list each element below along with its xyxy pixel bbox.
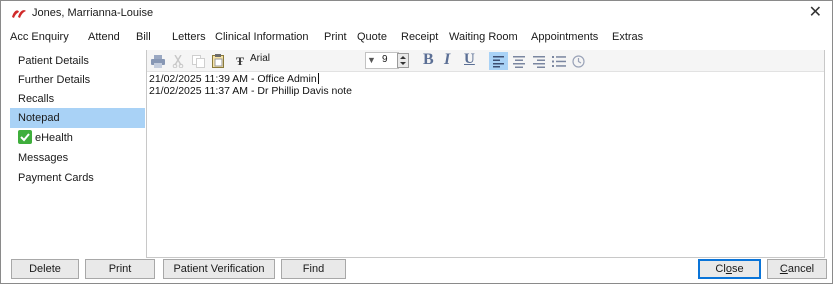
italic-icon[interactable]: I bbox=[444, 51, 450, 69]
window-close-button[interactable]: ✕ bbox=[809, 4, 822, 22]
menu-receipt[interactable]: Receipt bbox=[401, 31, 438, 43]
note-line: 21/02/2025 11:39 AM - Office Admin bbox=[149, 73, 819, 85]
sidebar-item-payment-cards[interactable]: Payment Cards bbox=[10, 168, 145, 188]
sidebar-item-ehealth[interactable]: eHealth bbox=[10, 128, 145, 148]
cut-icon[interactable] bbox=[170, 53, 186, 69]
font-size-select[interactable]: ▼ 9 bbox=[365, 52, 399, 69]
sidebar-item-label: Payment Cards bbox=[18, 172, 94, 184]
font-name-select[interactable]: Arial bbox=[250, 53, 270, 64]
close-label-end: se bbox=[731, 263, 744, 275]
sidebar-item-messages[interactable]: Messages bbox=[10, 148, 145, 168]
sidebar-item-label: eHealth bbox=[35, 132, 73, 144]
window-title: Jones, Marrianna-Louise bbox=[32, 7, 154, 19]
clock-icon[interactable] bbox=[570, 53, 586, 69]
sidebar-item-further-details[interactable]: Further Details bbox=[10, 70, 145, 90]
align-center-icon[interactable] bbox=[511, 53, 527, 69]
sidebar: Patient Details Further Details Recalls … bbox=[10, 50, 145, 258]
menu-acc-enquiry[interactable]: Acc Enquiry bbox=[10, 31, 69, 43]
font-size-value: 9 bbox=[382, 54, 388, 65]
bold-icon[interactable]: B bbox=[423, 51, 434, 69]
notepad-text-area[interactable]: 21/02/2025 11:39 AM - Office Admin 21/02… bbox=[149, 73, 819, 97]
menu-bar: Acc Enquiry Attend Bill Letters Clinical… bbox=[1, 27, 832, 47]
note-text: 21/02/2025 11:39 AM - Office Admin bbox=[149, 73, 317, 85]
cancel-label-end: ancel bbox=[787, 263, 815, 275]
text-caret bbox=[317, 73, 319, 84]
chevron-down-icon: ▼ bbox=[367, 55, 376, 65]
copy-icon[interactable] bbox=[190, 53, 206, 69]
close-label-start: Cl bbox=[715, 263, 726, 275]
print-button[interactable]: Print bbox=[85, 259, 155, 279]
menu-print[interactable]: Print bbox=[324, 31, 347, 43]
note-line: 21/02/2025 11:37 AM - Dr Phillip Davis n… bbox=[149, 85, 352, 97]
underline-icon[interactable]: U bbox=[464, 51, 475, 68]
menu-clinical-information[interactable]: Clinical Information bbox=[215, 31, 309, 43]
ehealth-check-icon bbox=[18, 130, 32, 144]
spin-icon[interactable] bbox=[397, 53, 409, 68]
cancel-button[interactable]: Cancel bbox=[767, 259, 827, 279]
align-right-icon[interactable] bbox=[531, 53, 547, 69]
print-icon[interactable] bbox=[150, 53, 166, 69]
sidebar-item-label: Further Details bbox=[18, 74, 91, 86]
font-icon: Ŧ bbox=[235, 53, 244, 68]
sidebar-item-notepad[interactable]: Notepad bbox=[10, 108, 145, 128]
menu-letters[interactable]: Letters bbox=[172, 31, 206, 43]
sidebar-item-label: Notepad bbox=[18, 112, 60, 124]
formatting-toolbar: Ŧ Arial ▼ 9 B I U bbox=[147, 50, 824, 72]
sidebar-item-recalls[interactable]: Recalls bbox=[10, 89, 145, 109]
sidebar-item-patient-details[interactable]: Patient Details bbox=[10, 51, 145, 71]
cancel-mnemonic: C bbox=[779, 263, 788, 275]
notepad-editor: Ŧ Arial ▼ 9 B I U 21/02/2025 11:39 AM - … bbox=[146, 50, 825, 258]
menu-waiting-room[interactable]: Waiting Room bbox=[449, 31, 518, 43]
menu-attend[interactable]: Attend bbox=[88, 31, 120, 43]
delete-button[interactable]: Delete bbox=[11, 259, 79, 279]
menu-extras[interactable]: Extras bbox=[612, 31, 643, 43]
close-button[interactable]: Close bbox=[698, 259, 761, 279]
menu-quote[interactable]: Quote bbox=[357, 31, 387, 43]
sidebar-item-label: Recalls bbox=[18, 93, 55, 105]
patient-verification-button[interactable]: Patient Verification bbox=[163, 259, 275, 279]
sidebar-item-label: Messages bbox=[18, 152, 69, 164]
bullets-icon[interactable] bbox=[551, 53, 567, 69]
find-button[interactable]: Find bbox=[281, 259, 346, 279]
paste-icon[interactable] bbox=[210, 53, 226, 69]
menu-appointments[interactable]: Appointments bbox=[531, 31, 598, 43]
title-bar: Jones, Marrianna-Louise ✕ bbox=[1, 1, 832, 27]
menu-bill[interactable]: Bill bbox=[136, 31, 151, 43]
sidebar-item-label: Patient Details bbox=[18, 55, 89, 67]
app-logo-icon bbox=[11, 8, 27, 19]
patient-window: Jones, Marrianna-Louise ✕ Acc Enquiry At… bbox=[0, 0, 833, 284]
align-left-icon[interactable] bbox=[489, 52, 508, 70]
